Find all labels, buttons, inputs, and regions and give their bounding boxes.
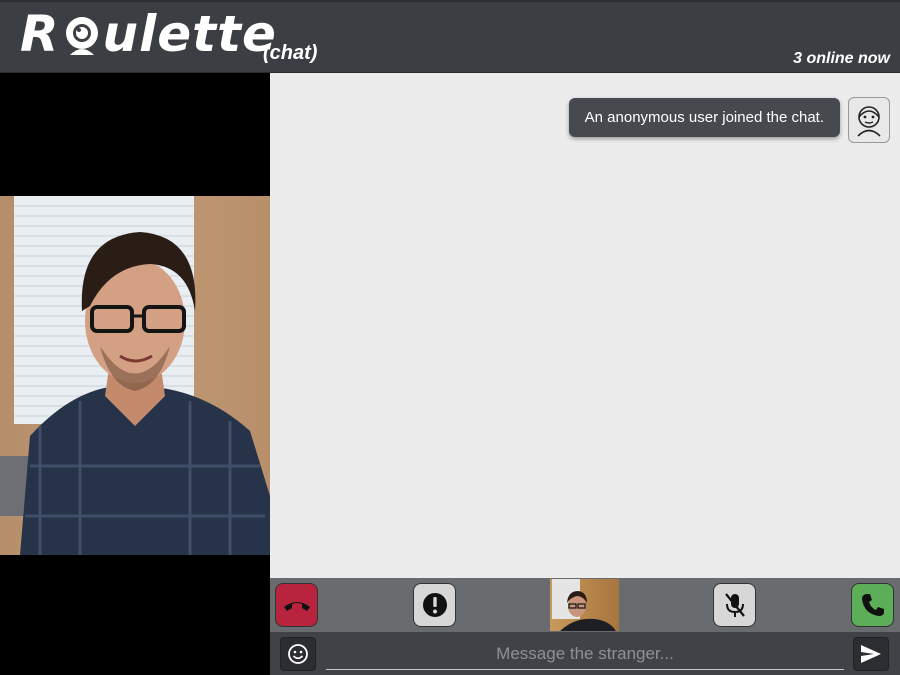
system-message-bubble: An anonymous user joined the chat. — [568, 98, 840, 137]
online-count: 3 online now — [793, 50, 890, 67]
webcam-logo-icon — [65, 17, 98, 55]
exclamation-icon — [422, 593, 447, 617]
self-video-preview[interactable] — [550, 579, 619, 631]
logo-wordmark: ulette — [102, 5, 277, 63]
video-scene — [0, 196, 270, 555]
app-header: R ulette (chat) 3 online now — [0, 0, 900, 73]
message-input-bar — [270, 632, 900, 675]
send-icon — [861, 645, 881, 663]
anonymous-user-icon — [857, 106, 881, 137]
phone-icon — [861, 594, 884, 616]
header-top-rule — [0, 0, 900, 2]
self-video-scene — [552, 579, 616, 631]
mic-off-icon — [724, 593, 745, 617]
mute-microphone-button[interactable] — [713, 583, 756, 627]
phone-hangup-icon — [283, 602, 310, 611]
stranger-video-panel — [0, 73, 270, 675]
emoji-button[interactable] — [280, 637, 316, 671]
send-button[interactable] — [853, 637, 889, 671]
app-logo[interactable]: R ulette — [20, 4, 277, 64]
smiley-icon — [288, 644, 308, 664]
report-button[interactable] — [413, 583, 456, 627]
chat-log[interactable]: An anonymous user joined the chat. — [270, 73, 900, 578]
logo-subtitle: (chat) — [263, 42, 318, 64]
anonymous-user-avatar — [848, 97, 890, 143]
next-call-button[interactable] — [851, 583, 894, 627]
stranger-video — [0, 196, 270, 555]
call-control-bar — [270, 578, 900, 632]
message-input[interactable] — [326, 638, 844, 670]
hang-up-button[interactable] — [275, 583, 318, 627]
logo-letter-r: R — [20, 5, 60, 63]
